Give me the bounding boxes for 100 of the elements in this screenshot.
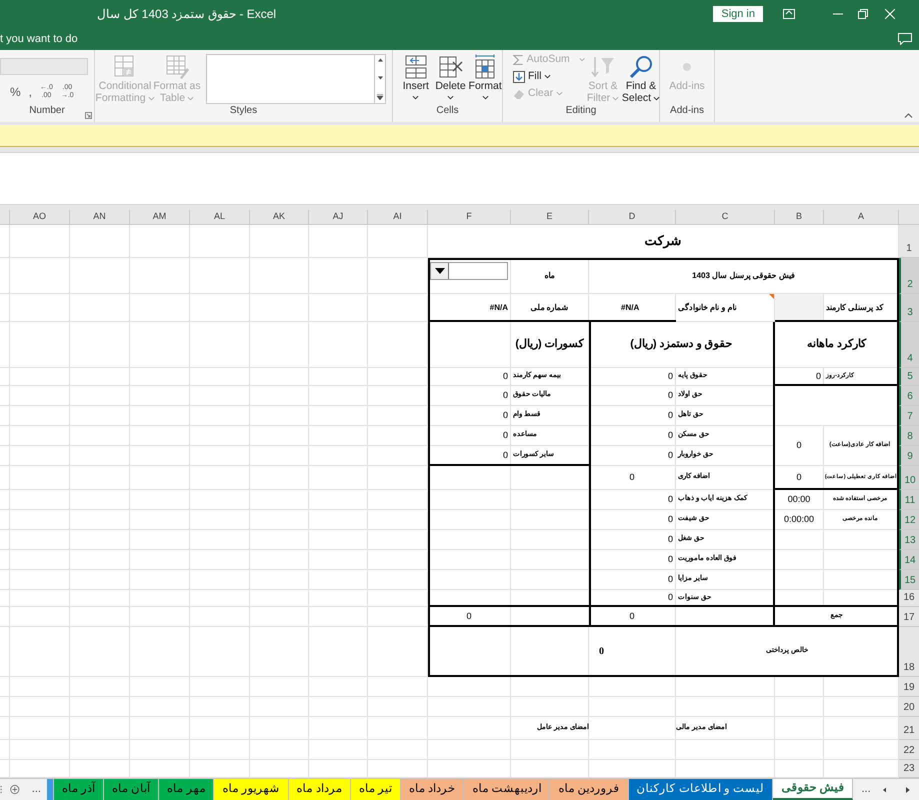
sheet-tab[interactable]: خرداد ماه: [401, 779, 464, 800]
row-header[interactable]: 13: [899, 530, 919, 550]
row-header[interactable]: 6: [899, 386, 919, 406]
more-tabs-button[interactable]: ...: [861, 779, 871, 800]
sheet-tab[interactable]: [46, 779, 54, 800]
column-header[interactable]: AN: [70, 210, 130, 225]
row-header[interactable]: 14: [899, 550, 919, 570]
column-header[interactable]: A: [824, 210, 899, 225]
sigma-icon: [513, 54, 524, 66]
row-header[interactable]: 11: [899, 490, 919, 510]
row-header[interactable]: 7: [899, 406, 919, 426]
scroll-right-icon[interactable]: [906, 786, 910, 794]
comments-icon[interactable]: [898, 33, 912, 45]
column-header[interactable]: AM: [130, 210, 190, 225]
column-header[interactable]: F: [428, 210, 511, 225]
column-header[interactable]: C: [676, 210, 775, 225]
table-brush-icon: [164, 54, 190, 80]
shaded-cell: [775, 294, 824, 322]
gallery-more-icon[interactable]: [377, 94, 383, 100]
sort-filter-icon: [590, 54, 616, 80]
scroll-up-icon[interactable]: [378, 58, 382, 62]
tell-me-field[interactable]: t you want to do: [0, 30, 78, 48]
caret-icon: [412, 95, 420, 100]
caret-icon: [148, 96, 155, 100]
eraser-icon: [513, 88, 525, 100]
row-header[interactable]: 9: [899, 446, 919, 466]
sheet-tab[interactable]: آذر ماه: [54, 779, 104, 800]
sheet-tab[interactable]: فیش حقوقی: [773, 779, 854, 800]
scroll-down-icon[interactable]: [378, 76, 382, 80]
number-format-button[interactable]: ,: [28, 83, 32, 101]
caret-icon: [482, 95, 489, 100]
sheet-tab[interactable]: تیر ماه: [350, 779, 402, 800]
sheet-tab[interactable]: مهر ماه: [159, 779, 214, 800]
row-header[interactable]: 5: [899, 368, 919, 386]
caret-icon: [578, 57, 585, 62]
ribbon-button[interactable]: Fill: [513, 69, 585, 84]
number-format-button[interactable]: %: [10, 83, 21, 101]
caret-icon: [544, 74, 552, 79]
caret-icon: [653, 96, 660, 100]
row-header[interactable]: 19: [899, 677, 919, 697]
window-title: حقوق ستمزد 1403 کل سال - Excel: [97, 6, 276, 23]
fill-down-icon: [513, 70, 525, 82]
sign-in-button[interactable]: Sign in: [713, 6, 763, 22]
close-icon[interactable]: [885, 9, 895, 19]
row-header[interactable]: 2: [899, 258, 919, 294]
row-header[interactable]: 22: [899, 740, 919, 760]
row-header[interactable]: 16: [899, 590, 919, 607]
caret-icon: [187, 96, 194, 100]
caret-icon: [447, 95, 454, 100]
ribbon-display-icon[interactable]: [783, 9, 795, 19]
row-header[interactable]: 17: [899, 607, 919, 627]
column-header[interactable]: AJ: [309, 210, 368, 225]
split-handle-icon[interactable]: [0, 784, 2, 795]
group-label: Cells: [436, 105, 459, 118]
table-delete-icon: [438, 54, 464, 80]
row-header[interactable]: 21: [899, 717, 919, 740]
month-dropdown[interactable]: [430, 262, 508, 280]
column-header[interactable]: B: [775, 210, 824, 225]
row-header[interactable]: 10: [899, 466, 919, 490]
column-header[interactable]: AL: [190, 210, 250, 225]
sheet-tab[interactable]: فروردین ماه: [550, 779, 629, 800]
caret-icon: [612, 96, 620, 100]
more-tabs-button[interactable]: ...: [32, 779, 41, 800]
dialog-launcher-icon[interactable]: [85, 112, 92, 119]
column-header[interactable]: AI: [368, 210, 428, 225]
ribbon-button[interactable]: Insert: [399, 50, 433, 100]
column-header[interactable]: E: [511, 210, 589, 225]
row-header[interactable]: 20: [899, 697, 919, 717]
restore-icon[interactable]: [858, 9, 868, 19]
row-header[interactable]: 15: [899, 570, 919, 590]
sheet-tab[interactable]: مرداد ماه: [288, 779, 351, 800]
group-label: Editing: [566, 105, 596, 118]
group-label: Number: [29, 105, 65, 118]
sheet-tab[interactable]: شهریور ماه: [214, 779, 289, 800]
row-header[interactable]: 12: [899, 510, 919, 530]
scroll-left-icon[interactable]: [882, 786, 886, 794]
row-header[interactable]: 4: [899, 322, 919, 368]
row-header[interactable]: 18: [899, 627, 919, 677]
table-insert-icon: [402, 54, 429, 80]
column-header[interactable]: AO: [10, 210, 70, 225]
search-icon: [628, 54, 654, 80]
collapse-ribbon-icon[interactable]: [904, 113, 913, 118]
column-header[interactable]: D: [589, 210, 676, 225]
group-label: Styles: [230, 105, 258, 118]
row-header[interactable]: 23: [899, 760, 919, 778]
field-label: نام و نام خانوادگی: [676, 294, 775, 322]
ribbon-button[interactable]: Delete: [434, 50, 468, 100]
sheet-tab[interactable]: آبان ماه: [104, 779, 160, 800]
row-header[interactable]: 8: [899, 426, 919, 446]
caret-icon: [556, 91, 564, 96]
ribbon-button[interactable]: Find & Select: [621, 50, 661, 104]
row-header[interactable]: 3: [899, 294, 919, 322]
sheet-tab[interactable]: لیست و اطلاعات کارکنان: [628, 779, 774, 800]
column-header[interactable]: AK: [250, 210, 309, 225]
sheet-tab[interactable]: اردیبهشت ماه: [464, 779, 550, 800]
row-header[interactable]: 1: [899, 225, 919, 258]
dropdown-arrow-icon: [434, 268, 444, 274]
group-label: Add-ins: [670, 105, 704, 118]
add-sheet-icon[interactable]: [10, 783, 20, 796]
ribbon-button[interactable]: Format: [468, 50, 502, 100]
